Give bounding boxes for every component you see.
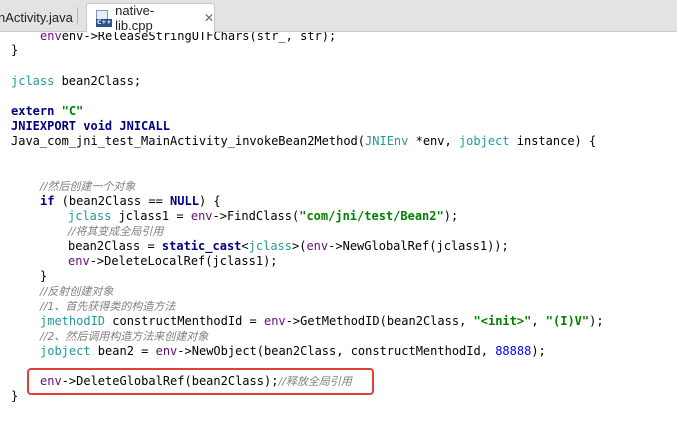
- code-line: if (bean2Class == NULL) {: [40, 194, 221, 208]
- code-comment: //反射创建对象: [40, 285, 114, 298]
- editor-tab-bar: nActivity.java C++ native-lib.cpp ✕: [0, 0, 677, 33]
- close-icon[interactable]: ✕: [204, 11, 214, 25]
- code-editor[interactable]: envenv->ReleaseStringUTFChars(str_, str)…: [0, 32, 677, 426]
- highlight-annotation-box: [27, 368, 374, 395]
- code-comment: //1、首先获得类的构造方法: [40, 300, 176, 313]
- code-comment: //2、然后调用构造方法来创建对象: [40, 330, 209, 343]
- code-line: JNIEXPORT void JNICALL: [11, 119, 170, 133]
- code-line: }: [11, 389, 19, 403]
- code-line: bean2Class = static_cast<jclass>(env->Ne…: [68, 239, 509, 253]
- tab-label: native-lib.cpp: [115, 3, 155, 33]
- code-line: jclass bean2Class;: [11, 74, 142, 88]
- code-comment: //将其变成全局引用: [68, 225, 164, 238]
- tab-native-lib-cpp[interactable]: C++ native-lib.cpp ✕: [86, 3, 215, 33]
- code-line: Java_com_jni_test_MainActivity_invokeBea…: [11, 134, 597, 148]
- code-line: }: [11, 43, 19, 57]
- tab-mainactivity-java[interactable]: nActivity.java: [0, 3, 77, 31]
- code-line: jmethodID constructMenthodId = env->GetM…: [40, 314, 604, 328]
- code-line: }: [40, 269, 48, 283]
- tab-label: nActivity.java: [0, 9, 73, 25]
- code-line: envenv->ReleaseStringUTFChars(str_, str)…: [40, 32, 337, 43]
- code-comment: //然后创建一个对象: [40, 180, 136, 193]
- code-line: jobject bean2 = env->NewObject(bean2Clas…: [40, 344, 546, 358]
- tab-separator: [77, 7, 78, 25]
- code-line: extern "C": [11, 104, 84, 118]
- cpp-file-icon: C++: [96, 9, 113, 27]
- code-line: env->DeleteLocalRef(jclass1);: [68, 254, 278, 268]
- code-line: jclass jclass1 = env->FindClass("com/jni…: [68, 209, 459, 223]
